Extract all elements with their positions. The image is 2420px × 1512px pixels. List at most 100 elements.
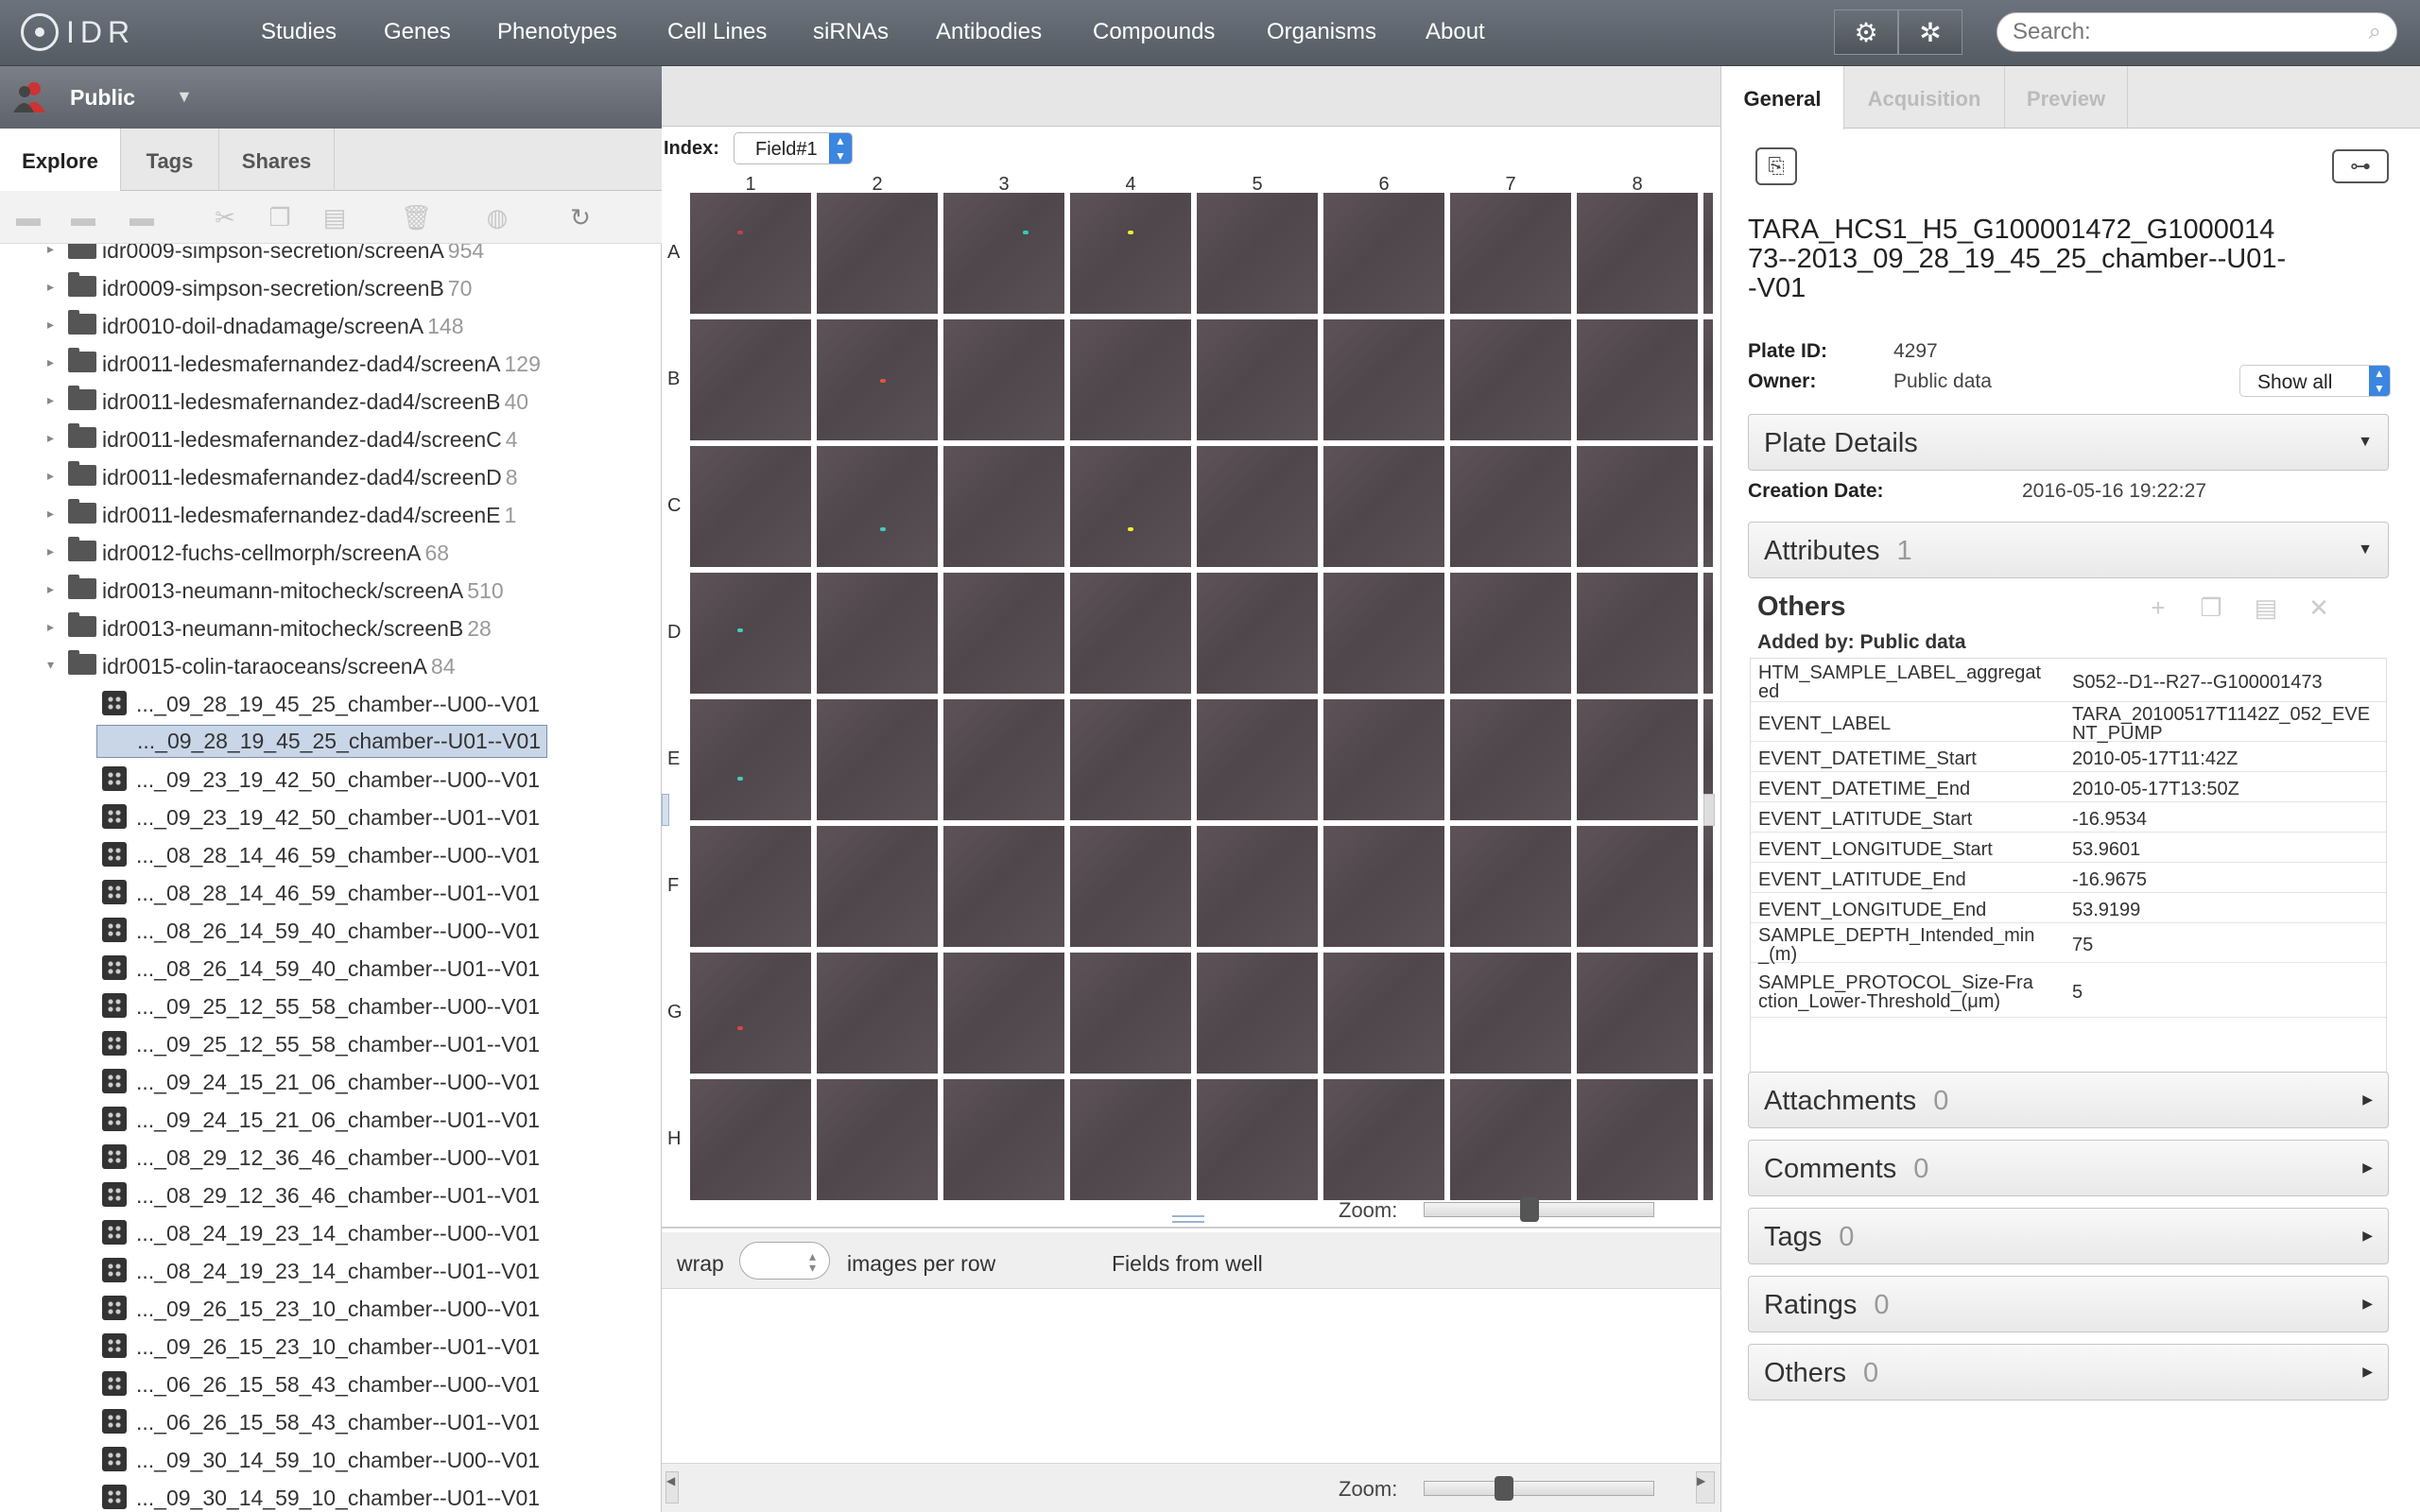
section-comments[interactable]: Comments 0 ▶ [1748, 1140, 2389, 1196]
well-image[interactable] [943, 193, 1064, 314]
well-image[interactable] [1070, 699, 1191, 820]
plate-details-panel[interactable]: Plate Details ▼ [1748, 414, 2389, 471]
well-image[interactable] [1703, 573, 1713, 694]
well-image[interactable] [1323, 446, 1444, 567]
plate-item[interactable]: ..._08_29_12_36_46_chamber--U01--V01 [0, 1176, 662, 1213]
caret-down-icon[interactable]: ▼ [176, 87, 193, 107]
plate-item[interactable]: ..._09_30_14_59_10_chamber--U00--V01 [0, 1440, 662, 1478]
collapsed-arrow-icon[interactable]: ▸ [47, 317, 54, 333]
well-image[interactable] [817, 573, 938, 694]
collapsed-arrow-icon[interactable]: ▸ [47, 354, 54, 370]
plate-item[interactable]: ..._09_26_15_23_10_chamber--U00--V01 [0, 1289, 662, 1327]
copy-icon[interactable]: ❐ [265, 204, 295, 231]
well-image[interactable] [1197, 699, 1318, 820]
collapsed-arrow-icon[interactable]: ▸ [47, 506, 54, 522]
cut-icon[interactable]: ✂ [210, 204, 240, 231]
nav-link-genes[interactable]: Genes [384, 19, 451, 45]
tab-acquisition[interactable]: Acquisition [1844, 66, 2005, 129]
well-image[interactable] [690, 953, 811, 1074]
screen-item[interactable]: ▸ idr0013-neumann-mitocheck/screenA 510 [0, 571, 662, 609]
copy-icon[interactable]: ❐ [2198, 593, 2224, 622]
well-image[interactable] [1450, 319, 1571, 440]
nav-link-compounds[interactable]: Compounds [1093, 19, 1215, 45]
screen-item[interactable]: ▸ idr0012-fuchs-cellmorph/screenA 68 [0, 533, 662, 571]
nav-link-organisms[interactable]: Organisms [1267, 19, 1376, 45]
well-image[interactable] [1197, 826, 1318, 947]
nav-link-antibodies[interactable]: Antibodies [936, 19, 1042, 45]
plate-item[interactable]: ..._09_26_15_23_10_chamber--U01--V01 [0, 1327, 662, 1365]
permissions-icon[interactable]: ◍ [482, 204, 512, 231]
well-image[interactable] [1070, 446, 1191, 567]
plate-item[interactable]: ..._06_26_15_58_43_chamber--U01--V01 [0, 1402, 662, 1440]
well-image[interactable] [1577, 193, 1698, 314]
search-input[interactable]: Search: ⌕ [1996, 12, 2397, 52]
plate-zoom-slider[interactable] [1424, 1197, 1654, 1222]
plate-item[interactable]: ..._09_24_15_21_06_chamber--U01--V01 [0, 1100, 662, 1138]
well-image[interactable] [1323, 193, 1444, 314]
settings-button[interactable]: ⚙ [1834, 9, 1898, 55]
attributes-panel[interactable]: Attributes 1 ▼ [1748, 522, 2389, 578]
paste-icon[interactable]: ▤ [320, 204, 350, 231]
images-per-row-input[interactable]: ▴ ▾ [739, 1242, 830, 1280]
well-image[interactable] [943, 319, 1064, 440]
well-image[interactable] [943, 953, 1064, 1074]
well-image[interactable] [1197, 319, 1318, 440]
well-image[interactable] [1703, 446, 1713, 567]
collapsed-arrow-icon[interactable]: ▸ [47, 468, 54, 484]
well-image[interactable] [1070, 193, 1191, 314]
field-index-select[interactable]: Field#1 ▲ ▼ [734, 132, 853, 164]
well-image[interactable] [1323, 573, 1444, 694]
well-image[interactable] [1197, 953, 1318, 1074]
screen-item[interactable]: ▸ idr0010-doil-dnadamage/screenA 148 [0, 306, 662, 344]
idr-logo[interactable]: IDR [21, 11, 135, 53]
collapsed-arrow-icon[interactable]: ▸ [47, 543, 54, 559]
well-image[interactable] [1450, 826, 1571, 947]
left-expand-handle[interactable]: ◀ [666, 1471, 679, 1503]
link-icon[interactable]: ⊶ [2332, 149, 2389, 183]
plate-item[interactable]: ..._08_24_19_23_14_chamber--U00--V01 [0, 1213, 662, 1251]
fields-zoom-slider[interactable] [1424, 1476, 1654, 1501]
new-project-icon[interactable]: ▬ [68, 204, 98, 231]
tab-tags[interactable]: Tags [121, 129, 219, 191]
tab-shares[interactable]: Shares [219, 129, 335, 191]
section-tags[interactable]: Tags 0 ▶ [1748, 1208, 2389, 1264]
plate-item[interactable]: ..._09_23_19_42_50_chamber--U01--V01 [0, 798, 662, 835]
well-image[interactable] [1703, 193, 1713, 314]
well-image[interactable] [817, 446, 938, 567]
plate-item[interactable]: ..._09_28_19_45_25_chamber--U01--V01 [0, 722, 662, 760]
remove-icon[interactable]: ✕ [2306, 593, 2332, 622]
well-image[interactable] [690, 446, 811, 567]
well-image[interactable] [690, 319, 811, 440]
zoom-slider-handle[interactable] [1494, 1476, 1513, 1501]
right-expand-handle[interactable]: ▶ [1696, 1471, 1715, 1503]
collapsed-arrow-icon[interactable]: ▸ [47, 619, 54, 635]
well-image[interactable] [1577, 953, 1698, 1074]
screen-item[interactable]: ▸ idr0011-ledesmafernandez-dad4/screenD 8 [0, 457, 662, 495]
well-image[interactable] [1577, 573, 1698, 694]
collapsed-arrow-icon[interactable]: ▸ [47, 430, 54, 446]
new-dataset-icon[interactable]: ▬ [127, 204, 157, 231]
show-all-select[interactable]: Show all ▲ ▼ [2239, 365, 2391, 397]
well-image[interactable] [1450, 573, 1571, 694]
scripts-button[interactable]: ✲ [1898, 9, 1962, 55]
well-image[interactable] [1577, 446, 1698, 567]
well-image[interactable] [817, 826, 938, 947]
plate-item[interactable]: ..._08_28_14_46_59_chamber--U01--V01 [0, 873, 662, 911]
screen-item[interactable]: ▸ idr0013-neumann-mitocheck/screenB 28 [0, 609, 662, 646]
collapsed-arrow-icon[interactable]: ▸ [47, 392, 54, 408]
expanded-arrow-icon[interactable]: ▾ [47, 657, 54, 673]
well-image[interactable] [817, 953, 938, 1074]
well-image[interactable] [690, 573, 811, 694]
nav-link-about[interactable]: About [1426, 19, 1485, 45]
section-attachments[interactable]: Attachments 0 ▶ [1748, 1072, 2389, 1128]
split-grip-handle[interactable] [1172, 1215, 1204, 1223]
delete-icon[interactable]: 🗑 [401, 204, 432, 231]
well-image[interactable] [1070, 573, 1191, 694]
well-image[interactable] [943, 699, 1064, 820]
plate-item[interactable]: ..._09_30_14_59_10_chamber--U01--V01 [0, 1478, 662, 1512]
plate-item[interactable]: ..._08_29_12_36_46_chamber--U00--V01 [0, 1138, 662, 1176]
screen-item[interactable]: ▸ idr0009-simpson-secretion/screenA 954 [0, 244, 662, 268]
well-image[interactable] [1323, 319, 1444, 440]
screen-item[interactable]: ▸ idr0011-ledesmafernandez-dad4/screenA 12… [0, 344, 662, 382]
collapsed-arrow-icon[interactable]: ▸ [47, 279, 54, 295]
